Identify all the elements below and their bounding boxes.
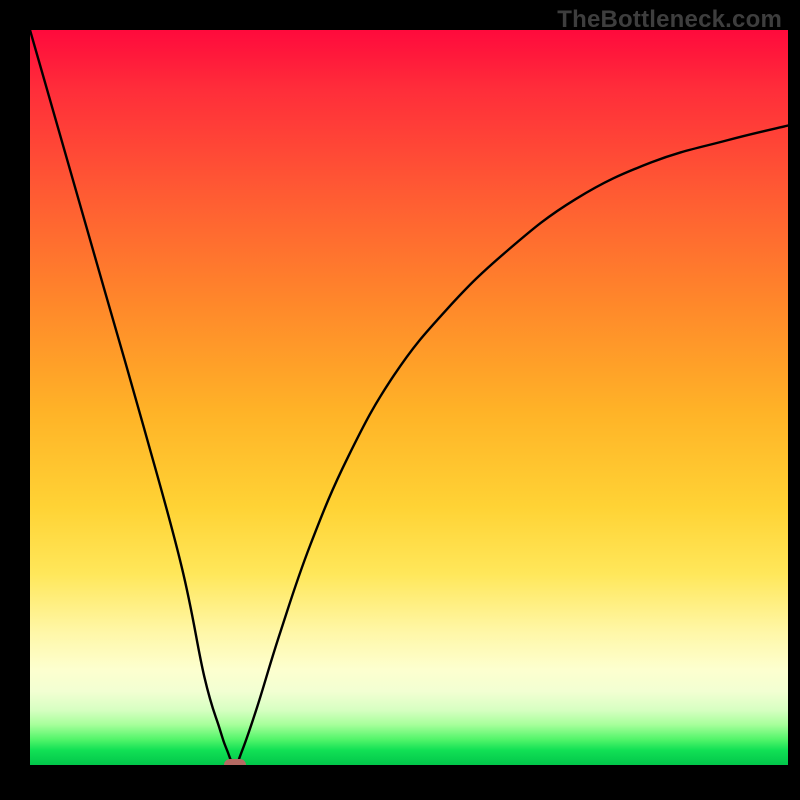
- bottleneck-curve: [30, 30, 788, 765]
- plot-area: [30, 30, 788, 765]
- watermark-text: TheBottleneck.com: [557, 6, 782, 34]
- minimum-marker: [224, 759, 246, 765]
- chart-frame: TheBottleneck.com: [0, 0, 800, 800]
- curve-svg: [30, 30, 788, 765]
